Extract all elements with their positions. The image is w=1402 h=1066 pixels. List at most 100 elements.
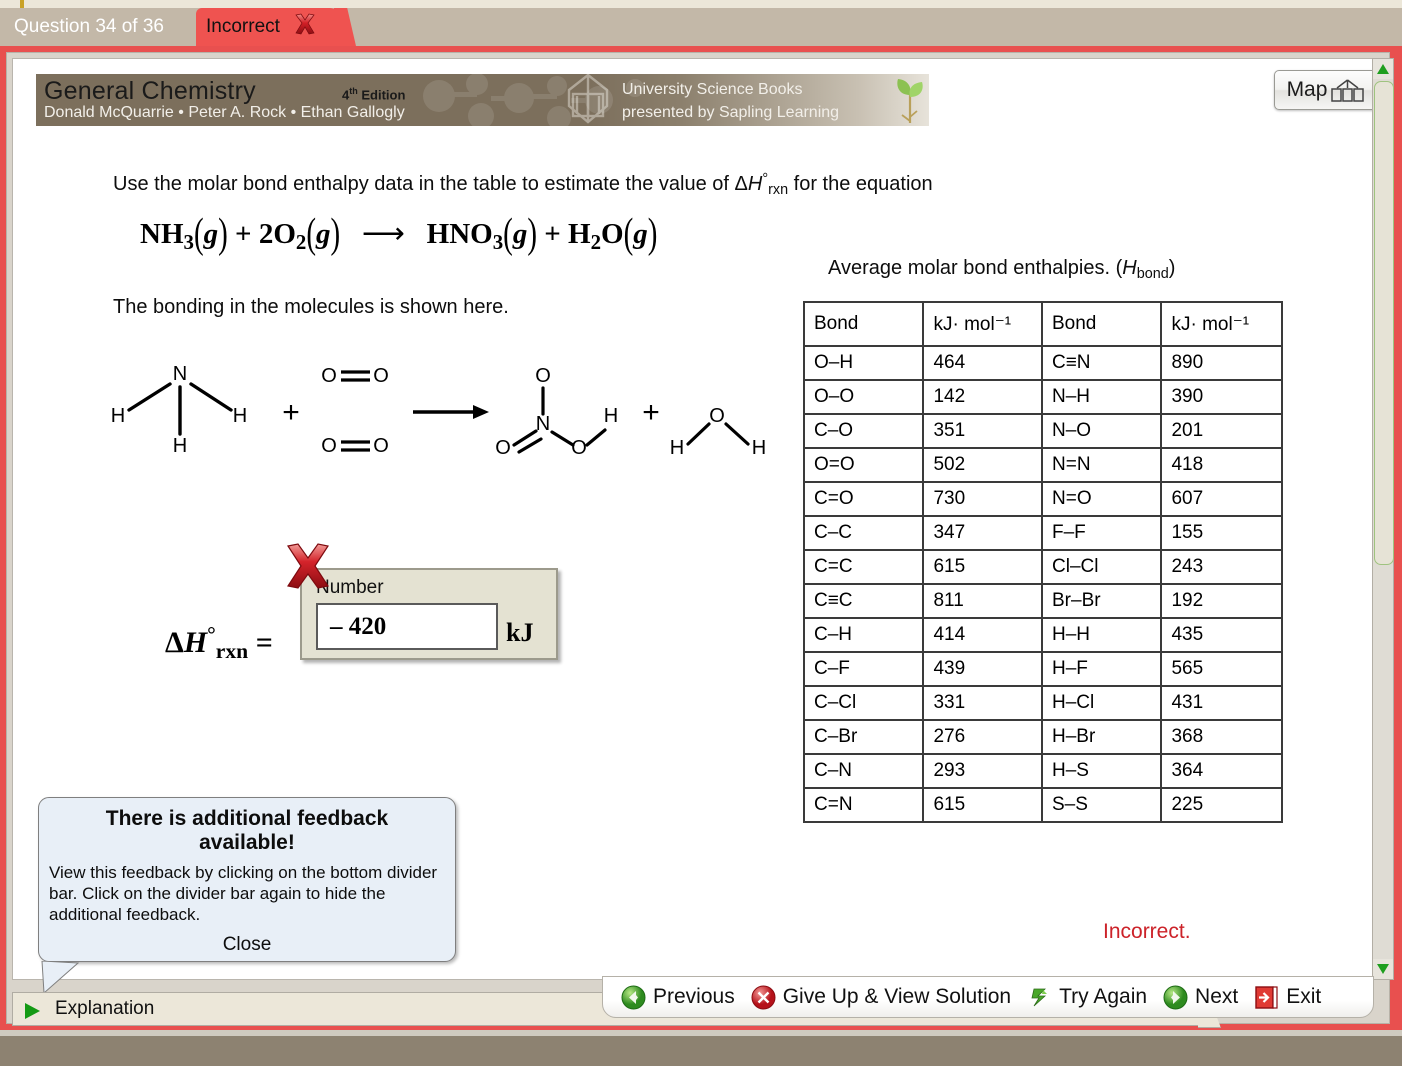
nh3-label-H2: H: [233, 405, 247, 427]
navigation-bar: Previous Give Up & View Solution Try Aga…: [602, 976, 1374, 1018]
caption-close-paren: ): [1168, 257, 1176, 279]
scroll-down-arrow[interactable]: [1373, 959, 1393, 979]
red-x-circle-icon: [751, 985, 776, 1009]
hno3-label-H: H: [604, 405, 618, 427]
energy-right: 565: [1160, 651, 1283, 687]
energy-left: 615: [922, 787, 1043, 823]
energy-left: 142: [922, 379, 1043, 415]
header-energy-1: kJ· mol⁻¹: [922, 301, 1043, 347]
product-2: H2O(g): [568, 210, 658, 257]
product-2-formula2: O: [601, 218, 624, 250]
map-button-label: Map: [1286, 78, 1328, 101]
h2o-label-H2: H: [752, 437, 766, 459]
diagram-plus-2: +: [642, 396, 660, 429]
usb-logo-icon: [567, 74, 609, 124]
green-back-arrow-icon: [621, 985, 646, 1009]
scrollbar-thumb[interactable]: [1374, 81, 1394, 565]
callout-close-button[interactable]: Close: [39, 934, 455, 956]
bond-right: N–H: [1040, 379, 1163, 415]
o2b-label-O2: O: [373, 435, 389, 457]
nh3-label-N: N: [173, 363, 187, 385]
map-icon: [1331, 79, 1365, 102]
table-row: O–O 142 N–H 390: [802, 379, 1283, 415]
reactant-1: NH3(g): [140, 210, 228, 257]
tab-question-label: Question 34 of 36: [14, 16, 164, 37]
energy-right: 201: [1160, 413, 1283, 449]
bond-left: C–H: [802, 617, 925, 653]
next-label: Next: [1195, 985, 1239, 1008]
bond-right: N=N: [1040, 447, 1163, 483]
answer-delta: Δ: [165, 625, 184, 659]
red-exit-door-icon: [1255, 985, 1278, 1009]
header-energy-2: kJ· mol⁻¹: [1160, 301, 1283, 347]
table-row: O–H 464 C≡N 890: [802, 345, 1283, 381]
reactant-2-formula: O: [273, 218, 296, 250]
molecule-structures-diagram: N H H H + O O O O O N O O H + O H H: [111, 363, 766, 459]
bond-right: F–F: [1040, 515, 1163, 551]
product-1-subscript: 3: [492, 229, 504, 254]
reactant-1-state: g: [203, 218, 219, 250]
previous-button[interactable]: Previous: [621, 985, 735, 1010]
bond-left: C=O: [802, 481, 925, 517]
next-button[interactable]: Next: [1163, 985, 1238, 1010]
vertical-scrollbar[interactable]: [1372, 58, 1394, 980]
energy-left: 730: [922, 481, 1043, 517]
table-row: C–Cl 331 H–Cl 431: [802, 685, 1283, 721]
banner-title: General Chemistry: [44, 77, 256, 105]
top-strip: [0, 0, 1402, 8]
nh3-label-H1: H: [111, 405, 125, 427]
energy-right: 435: [1160, 617, 1283, 653]
tab-question-counter[interactable]: Question 34 of 36: [0, 8, 196, 46]
product-1-formula: HNO: [426, 218, 493, 250]
energy-left: 502: [922, 447, 1043, 483]
energy-left: 276: [922, 719, 1043, 755]
caption-H-symbol: H: [1122, 257, 1137, 279]
banner-publisher: University Science Books: [622, 81, 803, 98]
energy-right: 607: [1160, 481, 1283, 517]
energy-left: 615: [922, 549, 1043, 585]
bond-left: O–O: [802, 379, 925, 415]
exit-button[interactable]: Exit: [1254, 985, 1321, 1010]
play-triangle-icon: [25, 1003, 40, 1019]
h2o-label-H1: H: [670, 437, 684, 459]
product-2-state: g: [633, 218, 648, 250]
table-row: O=O 502 N=N 418: [802, 447, 1283, 483]
bond-left: C–N: [802, 753, 925, 789]
red-x-icon: [293, 11, 317, 49]
energy-left: 414: [922, 617, 1043, 653]
equation-plus-1: +: [235, 218, 252, 250]
bond-right: H–F: [1040, 651, 1163, 687]
table-row: C–O 351 N–O 201: [802, 413, 1283, 449]
map-button[interactable]: Map: [1274, 70, 1378, 110]
answer-rxn: rxn: [215, 638, 249, 663]
bond-left: O–H: [802, 345, 925, 381]
window-bottom-edge: [0, 1030, 1402, 1036]
callout-title: There is additional feedback available!: [105, 807, 389, 855]
table-row: C–Br 276 H–Br 368: [802, 719, 1283, 755]
chemical-equation: NH3(g) + 2O2(g) ⟶ HNO3(g) + H2O(g): [140, 210, 658, 257]
equation-arrow: ⟶: [361, 217, 405, 250]
energy-right: 364: [1160, 753, 1283, 789]
answer-H: H: [183, 625, 208, 659]
bond-right: S–S: [1040, 787, 1163, 823]
tab-status-incorrect[interactable]: Incorrect: [196, 8, 340, 46]
bond-enthalpy-table: Bond kJ· mol⁻¹ Bond kJ· mol⁻¹ O–H 464 C≡N 8…: [802, 301, 1283, 823]
energy-right: 225: [1160, 787, 1283, 823]
energy-right: 243: [1160, 549, 1283, 585]
give-up-button[interactable]: Give Up & View Solution: [751, 985, 1011, 1010]
scroll-up-arrow[interactable]: [1373, 59, 1393, 79]
try-again-button[interactable]: Try Again: [1027, 985, 1147, 1010]
answer-equals: =: [255, 625, 273, 659]
callout-body: View this feedback by clicking on the bo…: [49, 863, 438, 924]
energy-left: 811: [922, 583, 1043, 619]
reactant-2: 2O2(g): [258, 210, 341, 257]
energy-right: 368: [1160, 719, 1283, 755]
banner-edition: 4th Edition: [342, 86, 405, 102]
explanation-label: Explanation: [55, 998, 155, 1019]
answer-input-field[interactable]: – 420: [316, 603, 498, 650]
banner-authors: Donald McQuarrie • Peter A. Rock • Ethan…: [44, 104, 405, 121]
bond-right: H–H: [1040, 617, 1163, 653]
delta-h-label: ΔH°rxn =: [165, 622, 273, 664]
table-header-row: Bond kJ· mol⁻¹ Bond kJ· mol⁻¹: [802, 301, 1283, 347]
bond-left: O=O: [802, 447, 925, 483]
